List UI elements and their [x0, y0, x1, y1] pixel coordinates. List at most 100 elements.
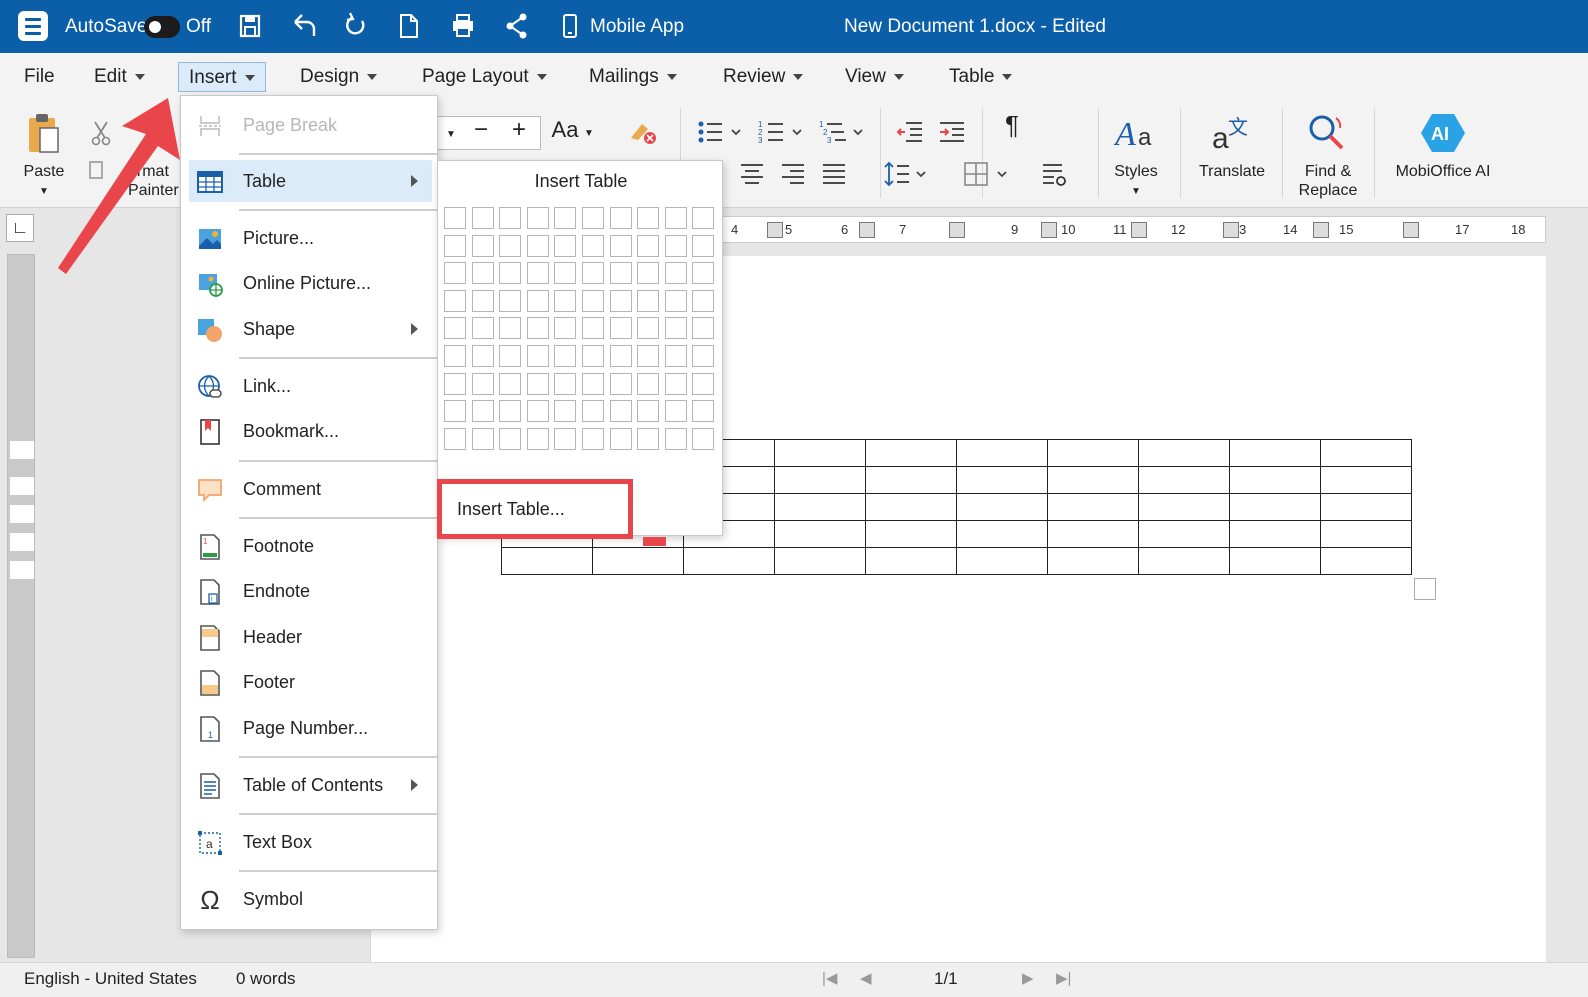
menu-item-online-picture[interactable]: Online Picture... [189, 262, 432, 304]
paragraph-mark-icon[interactable]: ¶ [998, 112, 1026, 138]
grid-cell[interactable] [526, 207, 549, 229]
menu-edit[interactable]: Edit [84, 62, 155, 92]
grid-cell[interactable] [444, 234, 466, 257]
grid-cell[interactable] [664, 317, 687, 340]
grid-cell[interactable] [581, 317, 604, 340]
grid-cell[interactable] [526, 400, 549, 423]
grid-cell[interactable] [664, 400, 687, 423]
menu-file[interactable]: File [14, 62, 65, 92]
grid-cell[interactable] [471, 289, 494, 312]
grid-cell[interactable] [664, 234, 687, 257]
justify-icon[interactable] [822, 162, 846, 186]
menu-design[interactable]: Design [290, 62, 387, 92]
grid-cell[interactable] [444, 400, 466, 423]
grid-cell[interactable] [526, 289, 549, 312]
grid-cell[interactable] [471, 344, 494, 367]
decrease-font-icon[interactable]: − [474, 118, 488, 142]
menu-item-footer[interactable]: Footer [189, 661, 432, 703]
grid-cell[interactable] [471, 262, 494, 285]
grid-cell[interactable] [637, 427, 660, 450]
table-size-grid[interactable] [444, 207, 715, 450]
grid-cell[interactable] [609, 207, 632, 229]
grid-cell[interactable] [609, 372, 632, 395]
grid-cell[interactable] [609, 262, 632, 285]
grid-cell[interactable] [444, 262, 466, 285]
grid-cell[interactable] [499, 289, 522, 312]
align-center-icon[interactable] [740, 162, 764, 186]
grid-cell[interactable] [526, 262, 549, 285]
menu-item-shape[interactable]: Shape [189, 308, 432, 350]
grid-cell[interactable] [581, 234, 604, 257]
translate-icon[interactable]: a 文 [1210, 112, 1250, 154]
menu-item-header[interactable]: Header [189, 616, 432, 658]
grid-cell[interactable] [637, 372, 660, 395]
table-resize-handle[interactable] [1414, 578, 1436, 600]
menu-item-endnote[interactable]: i Endnote [189, 570, 432, 612]
share-icon[interactable] [504, 0, 530, 53]
language-status[interactable]: English - United States [24, 969, 197, 989]
styles-button[interactable]: Styles [1106, 162, 1166, 181]
undo-icon[interactable] [291, 0, 317, 53]
find-replace-icon[interactable] [1306, 112, 1348, 154]
grid-cell[interactable] [554, 289, 577, 312]
grid-cell[interactable] [554, 234, 577, 257]
grid-cell[interactable] [609, 400, 632, 423]
grid-cell[interactable] [609, 317, 632, 340]
vertical-ruler[interactable] [7, 254, 35, 958]
grid-cell[interactable] [526, 344, 549, 367]
paragraph-settings-icon[interactable] [1042, 162, 1068, 188]
grid-cell[interactable] [609, 289, 632, 312]
grid-cell[interactable] [637, 400, 660, 423]
menu-mailings[interactable]: Mailings [579, 62, 687, 92]
change-case-button[interactable]: Aa [548, 119, 582, 141]
grid-cell[interactable] [581, 262, 604, 285]
grid-cell[interactable] [664, 427, 687, 450]
grid-cell[interactable] [664, 262, 687, 285]
menu-item-text-box[interactable]: a Text Box [189, 821, 432, 863]
grid-cell[interactable] [581, 289, 604, 312]
chevron-down-icon[interactable]: ▼ [1128, 182, 1144, 201]
decrease-indent-icon[interactable] [896, 120, 924, 144]
grid-cell[interactable] [637, 262, 660, 285]
grid-cell[interactable] [692, 427, 715, 450]
menu-item-page-number[interactable]: 1 Page Number... [189, 707, 432, 749]
grid-cell[interactable] [609, 234, 632, 257]
grid-cell[interactable] [499, 317, 522, 340]
grid-cell[interactable] [499, 207, 522, 229]
grid-cell[interactable] [581, 372, 604, 395]
grid-cell[interactable] [554, 262, 577, 285]
grid-cell[interactable] [609, 427, 632, 450]
grid-cell[interactable] [581, 400, 604, 423]
grid-cell[interactable] [444, 289, 466, 312]
menu-item-picture[interactable]: Picture... [189, 217, 432, 259]
grid-cell[interactable] [581, 344, 604, 367]
redo-icon[interactable] [344, 0, 368, 53]
grid-cell[interactable] [499, 262, 522, 285]
grid-cell[interactable] [444, 427, 466, 450]
first-page-icon[interactable]: |◀ [822, 969, 837, 987]
font-size-stepper[interactable]: ▼ − + [437, 116, 541, 150]
mobile-app-button[interactable]: Mobile App [590, 0, 684, 53]
line-spacing-icon[interactable] [884, 160, 930, 188]
grid-cell[interactable] [471, 317, 494, 340]
styles-icon[interactable]: A a [1114, 112, 1158, 152]
grid-cell[interactable] [499, 400, 522, 423]
app-menu-icon[interactable] [18, 11, 48, 41]
grid-cell[interactable] [554, 207, 577, 229]
align-right-icon[interactable] [781, 162, 805, 186]
numbered-list-icon[interactable]: 1 2 3 [757, 118, 805, 146]
insert-table-button[interactable]: Insert Table... [437, 479, 633, 539]
grid-cell[interactable] [554, 400, 577, 423]
grid-cell[interactable] [692, 234, 715, 257]
mobioffice-ai-icon[interactable]: AI [1420, 112, 1466, 154]
find-replace-button[interactable]: Find & Replace [1290, 162, 1366, 200]
grid-cell[interactable] [471, 207, 494, 229]
previous-page-icon[interactable]: ◀ [860, 969, 872, 987]
grid-cell[interactable] [444, 207, 466, 229]
grid-cell[interactable] [692, 372, 715, 395]
increase-font-icon[interactable]: + [512, 118, 526, 142]
grid-cell[interactable] [499, 427, 522, 450]
new-document-icon[interactable] [398, 0, 420, 53]
menu-item-link[interactable]: Link... [189, 365, 432, 407]
grid-cell[interactable] [444, 372, 466, 395]
